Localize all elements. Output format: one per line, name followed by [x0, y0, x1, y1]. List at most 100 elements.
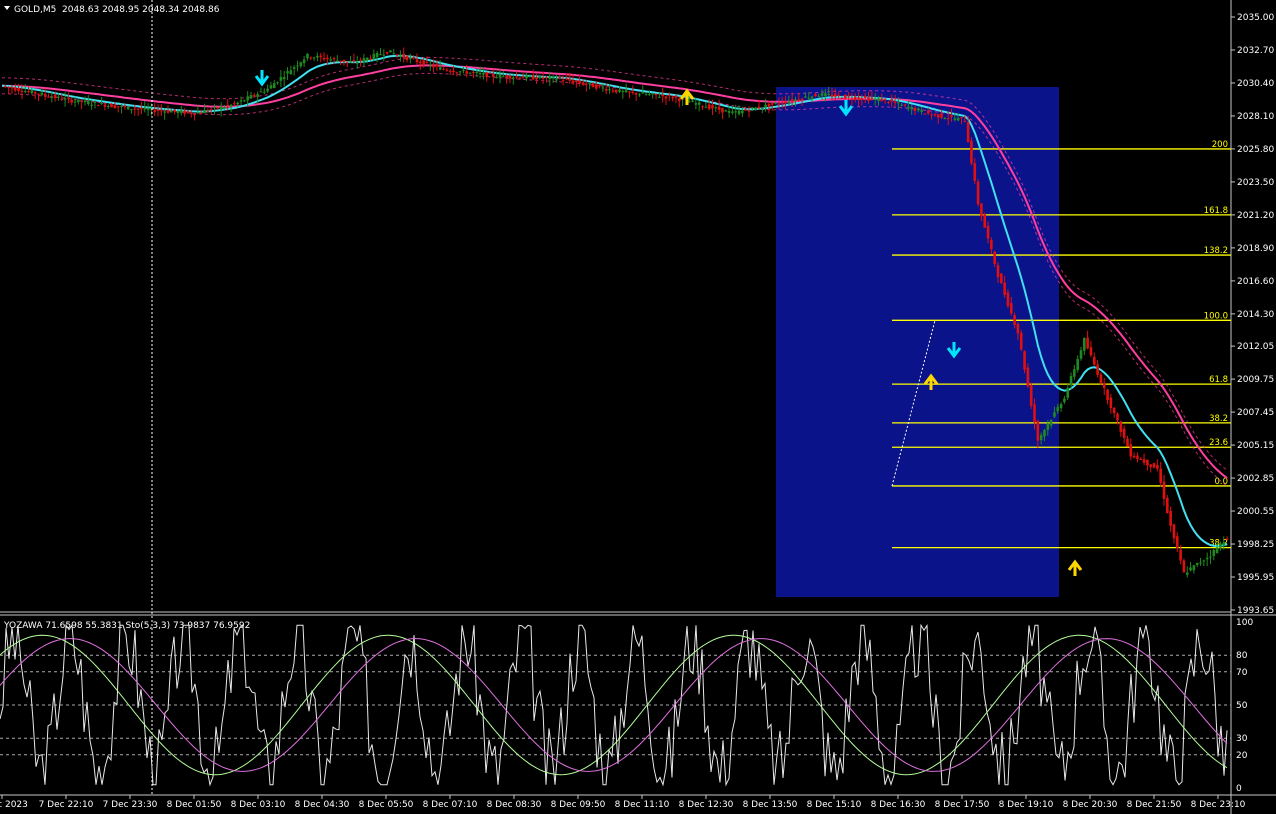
bar-body	[63, 98, 67, 100]
bar-body	[956, 117, 960, 121]
bar-body	[57, 96, 60, 98]
bar-body	[538, 75, 542, 78]
bar-body	[23, 91, 27, 93]
bar-body	[1215, 547, 1219, 554]
bar-body	[236, 102, 240, 105]
bar-body	[43, 93, 47, 96]
bar-body	[196, 112, 200, 114]
bar-body	[850, 98, 854, 100]
time-label: 8 Dec 07:10	[423, 800, 478, 810]
bar-body	[575, 80, 578, 83]
bar-body	[292, 67, 296, 69]
bar-body	[701, 106, 704, 108]
bar-body	[1139, 458, 1143, 460]
bar-body	[355, 62, 359, 64]
bar-body	[893, 101, 897, 103]
bar-body	[136, 108, 140, 110]
bar-body	[518, 77, 522, 79]
trading-chart[interactable]: 200161.8138.2100.061.838.223.60.0-38.2 G…	[0, 0, 1276, 814]
bar-body	[1162, 481, 1166, 499]
bar-body	[903, 104, 907, 106]
time-label: 8 Dec 19:10	[999, 800, 1054, 810]
bar-body	[160, 110, 163, 112]
bar-body	[897, 102, 900, 104]
bar-body	[116, 106, 120, 108]
bar-body	[77, 99, 80, 103]
bar-body	[857, 97, 860, 100]
bar-body	[764, 104, 767, 108]
bar-body	[482, 72, 485, 75]
osc-axis-label: 20	[1236, 751, 1248, 761]
bar-body	[385, 51, 389, 54]
price-label: 2000.55	[1237, 507, 1274, 517]
bar-body	[339, 60, 342, 62]
bar-body	[326, 57, 329, 60]
bar-body	[970, 140, 973, 164]
bar-body	[840, 97, 844, 99]
symbol-timeframe: GOLD,M5	[14, 5, 56, 15]
osc-axis-label: 30	[1236, 734, 1248, 744]
bar-body	[980, 203, 983, 217]
bar-body	[628, 91, 631, 93]
bar-body	[206, 110, 210, 112]
bar-body	[926, 110, 930, 114]
bar-body	[867, 97, 870, 101]
bar-body	[950, 115, 953, 117]
bar-body	[492, 74, 495, 77]
bar-body	[604, 88, 608, 91]
time-label: 8 Dec 12:30	[679, 800, 734, 810]
bar-body	[253, 94, 256, 96]
bar-body	[468, 72, 472, 74]
price-label: 2002.85	[1237, 474, 1274, 484]
highlight-rectangle[interactable]	[776, 87, 1059, 597]
bar-body	[601, 87, 605, 89]
bar-body	[488, 72, 492, 74]
bar-body	[53, 94, 57, 99]
bar-body	[873, 98, 877, 100]
bar-body	[458, 71, 462, 73]
bar-body	[1046, 423, 1050, 430]
bar-body	[1189, 567, 1192, 571]
time-label: 8 Dec 21:50	[1127, 800, 1182, 810]
bar-body	[830, 94, 834, 97]
bar-body	[548, 76, 552, 80]
bar-body	[249, 95, 253, 99]
bar-body	[445, 69, 449, 71]
bar-body	[113, 105, 117, 108]
bar-body	[790, 99, 794, 102]
bar-body	[1126, 438, 1129, 447]
bar-body	[412, 56, 415, 59]
bar-body	[502, 76, 505, 78]
bar-body	[448, 71, 452, 73]
bar-body	[30, 90, 34, 93]
bar-body	[1222, 542, 1226, 546]
bar-body	[312, 57, 316, 59]
time-label: 8 Dec 17:50	[935, 800, 990, 810]
bar-body	[1172, 524, 1176, 539]
bar-body	[1129, 444, 1133, 457]
fib-label: 100.0	[1204, 311, 1228, 321]
bar-body	[50, 96, 54, 98]
bar-body	[697, 102, 701, 105]
bar-body	[817, 95, 821, 97]
bar-body	[1039, 435, 1043, 441]
time-label: 8 Dec 01:50	[167, 800, 222, 810]
bar-body	[1192, 565, 1196, 571]
price-label: 2018.90	[1237, 244, 1274, 254]
bar-body	[824, 93, 827, 97]
bar-body	[976, 181, 980, 205]
price-label: 2032.70	[1237, 46, 1274, 56]
bar-body	[269, 85, 273, 89]
bar-body	[807, 97, 811, 99]
bar-body	[246, 96, 249, 101]
bar-body	[140, 108, 143, 110]
bar-body	[1059, 404, 1063, 409]
bar-body	[1086, 337, 1089, 349]
bar-body	[883, 98, 887, 100]
bar-body	[704, 106, 708, 108]
bar-body	[734, 111, 738, 113]
bar-body	[794, 99, 797, 101]
bar-body	[810, 96, 814, 99]
bar-body	[93, 102, 97, 104]
bar-body	[1066, 387, 1070, 398]
